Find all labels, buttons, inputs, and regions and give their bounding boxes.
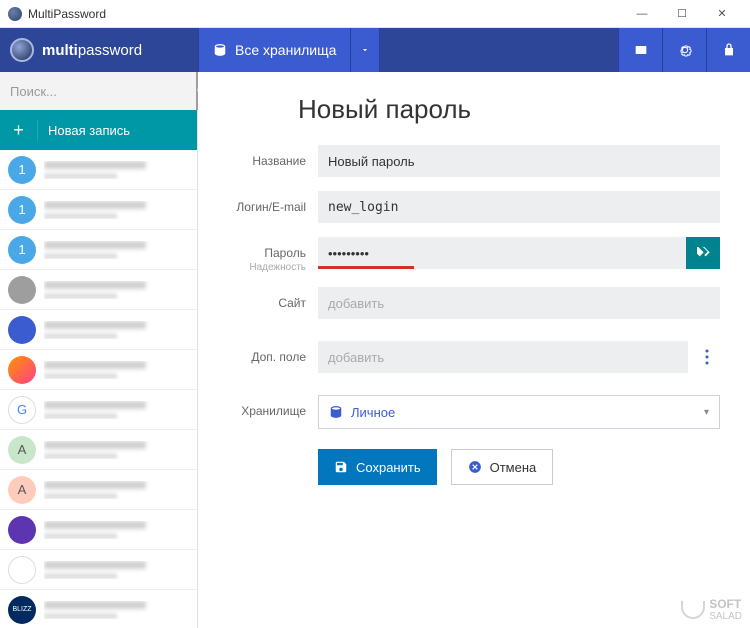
gear-icon [677, 42, 693, 58]
lock-button[interactable] [706, 28, 750, 72]
maximize-button[interactable]: ☐ [662, 4, 702, 24]
page-title: Новый пароль [298, 94, 720, 125]
list-item[interactable] [0, 270, 197, 310]
list-item[interactable] [0, 550, 197, 590]
lock-icon [721, 42, 737, 58]
tags-icon [695, 245, 711, 261]
vault-select[interactable]: Личное ▾ [318, 395, 720, 429]
list-item[interactable]: A [0, 430, 197, 470]
dots-vertical-icon [705, 349, 709, 365]
field-extra-row: Доп. поле [228, 341, 720, 373]
main-area: + Новая запись 111GAABLIZZC Новый пароль… [0, 72, 750, 628]
window-controls: — ☐ ✕ [622, 4, 742, 24]
top-toolbar: multipassword Все хранилища [0, 28, 750, 72]
generate-password-button[interactable] [686, 237, 720, 269]
entry-avatar [8, 556, 36, 584]
label-site: Сайт [278, 296, 306, 310]
list-item[interactable] [0, 350, 197, 390]
database-icon [329, 405, 343, 419]
close-button[interactable]: ✕ [702, 4, 742, 24]
brand-icon [10, 38, 34, 62]
search-row [0, 72, 197, 110]
entry-avatar: 1 [8, 236, 36, 264]
entry-avatar: 1 [8, 196, 36, 224]
extra-input[interactable] [318, 341, 688, 373]
database-icon [213, 43, 227, 57]
field-site-row: Сайт [228, 287, 720, 319]
list-item[interactable]: 1 [0, 190, 197, 230]
new-entry-button[interactable]: + Новая запись [0, 110, 197, 150]
entry-avatar: BLIZZ [8, 596, 36, 624]
field-vault-row: Хранилище Личное ▾ [228, 395, 720, 429]
vault-selector-button[interactable]: Все хранилища [198, 28, 350, 72]
sidebar: + Новая запись 111GAABLIZZC [0, 72, 198, 628]
extra-more-button[interactable] [694, 341, 720, 373]
field-login-row: Логин/E-mail [228, 191, 720, 223]
label-name: Название [252, 154, 306, 168]
entry-avatar: G [8, 396, 36, 424]
chevron-down-icon: ▾ [704, 407, 709, 418]
label-strength: Надежность [228, 262, 306, 273]
window-titlebar: MultiPassword — ☐ ✕ [0, 0, 750, 28]
entry-avatar: A [8, 476, 36, 504]
entry-avatar [8, 316, 36, 344]
save-button[interactable]: Сохранить [318, 449, 437, 485]
content-panel: Новый пароль Название Логин/E-mail Парол… [198, 72, 750, 628]
save-icon [334, 460, 348, 474]
field-password-row: Пароль Надежность [228, 237, 720, 273]
field-name-row: Название [228, 145, 720, 177]
vault-selector-label: Все хранилища [235, 42, 336, 58]
entry-list[interactable]: 111GAABLIZZC [0, 150, 197, 628]
new-entry-label: Новая запись [38, 123, 130, 138]
app-icon [8, 7, 22, 21]
vault-selector[interactable]: Все хранилища [198, 28, 380, 72]
minimize-button[interactable]: — [622, 4, 662, 24]
name-input[interactable] [318, 145, 720, 177]
list-item[interactable]: BLIZZ [0, 590, 197, 628]
list-item[interactable]: G [0, 390, 197, 430]
label-password: Пароль [264, 246, 306, 260]
list-item[interactable] [0, 510, 197, 550]
label-extra: Доп. поле [251, 350, 306, 364]
search-input[interactable] [0, 72, 196, 110]
label-login: Логин/E-mail [236, 200, 306, 214]
plus-icon: + [0, 120, 38, 141]
cancel-icon [468, 460, 482, 474]
brand-text: multipassword [42, 42, 142, 59]
list-item[interactable]: 1 [0, 150, 197, 190]
cancel-button[interactable]: Отмена [451, 449, 554, 485]
topbar-right [618, 28, 750, 72]
list-item[interactable] [0, 310, 197, 350]
view-mode-button[interactable] [618, 28, 662, 72]
brand: multipassword [0, 28, 198, 72]
chevron-down-icon [360, 45, 370, 55]
settings-button[interactable] [662, 28, 706, 72]
login-input[interactable] [318, 191, 720, 223]
vault-select-value: Личное [351, 405, 395, 420]
list-item[interactable]: A [0, 470, 197, 510]
password-input[interactable] [318, 237, 720, 269]
entry-avatar: 1 [8, 156, 36, 184]
list-item[interactable]: 1 [0, 230, 197, 270]
form-actions: Сохранить Отмена [318, 449, 720, 485]
site-input[interactable] [318, 287, 720, 319]
entry-avatar [8, 516, 36, 544]
bowl-icon [681, 601, 705, 619]
entry-avatar [8, 356, 36, 384]
vault-selector-caret[interactable] [350, 28, 380, 72]
password-strength-bar [318, 266, 414, 269]
entry-avatar: A [8, 436, 36, 464]
grid-icon [633, 42, 649, 58]
label-vault: Хранилище [241, 404, 306, 418]
cancel-label: Отмена [490, 460, 537, 475]
watermark: SOFT SALAD [681, 597, 742, 622]
entry-avatar [8, 276, 36, 304]
window-title: MultiPassword [28, 7, 622, 21]
save-label: Сохранить [356, 460, 421, 475]
